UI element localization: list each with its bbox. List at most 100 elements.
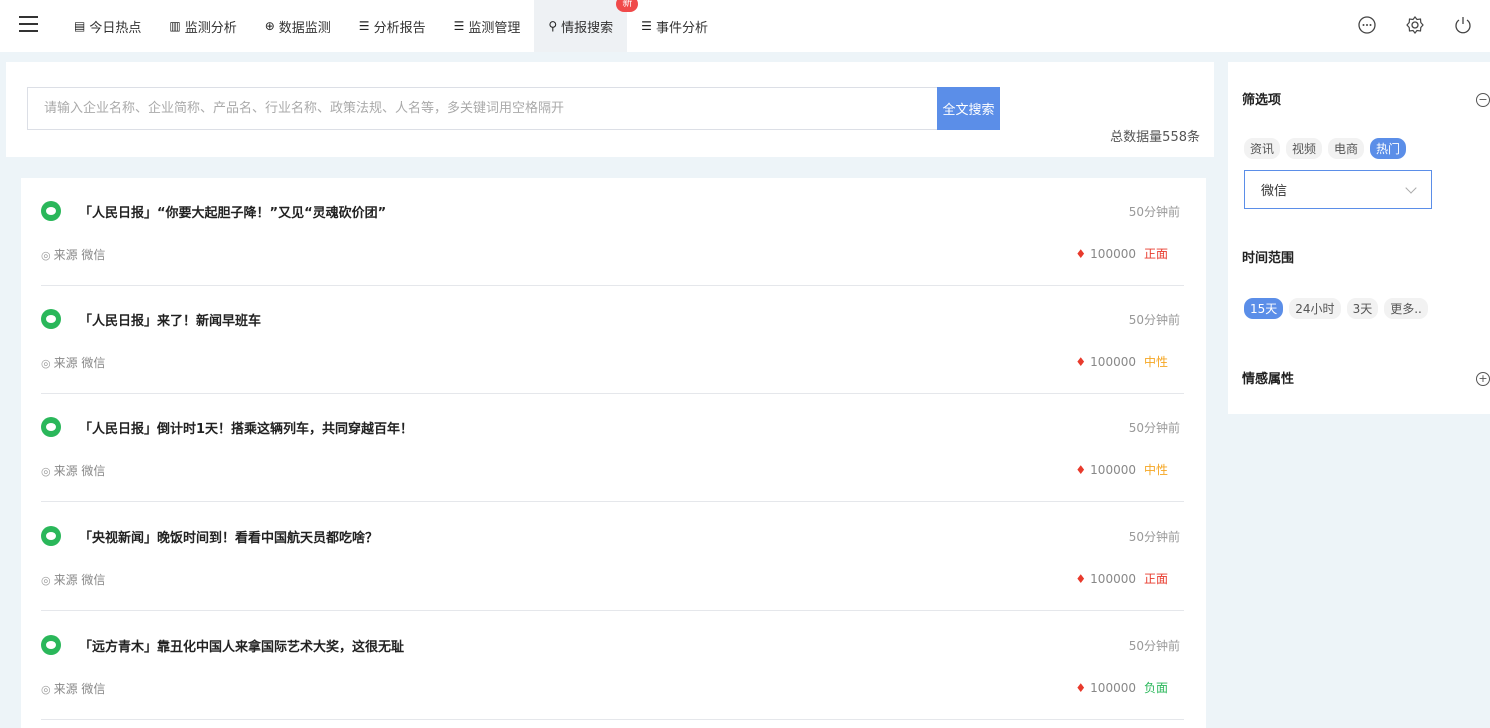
- nav-item-analysis-report[interactable]: ☰ 分析报告: [345, 0, 440, 52]
- list-item[interactable]: 「人民日报」倒计时1天！搭乘这辆列车，共同穿越百年！ 50分钟前 ◎ 来源 微信 …: [41, 394, 1184, 502]
- list-icon: ☰: [453, 19, 465, 33]
- chip-news[interactable]: 资讯: [1244, 138, 1281, 159]
- chevron-down-icon: [1405, 181, 1417, 194]
- globe-icon: ◎: [41, 249, 51, 262]
- time-chips: 15天 24小时 3天 更多..: [1244, 298, 1428, 319]
- wechat-icon: [41, 309, 61, 329]
- fire-icon: ♦: [1075, 572, 1087, 586]
- full-text-search-button[interactable]: 全文搜索: [937, 87, 1000, 130]
- type-chips: 资讯 视频 电商 热门: [1244, 138, 1407, 159]
- nav-label: 今日热点: [89, 20, 142, 36]
- source-select[interactable]: 微信: [1244, 170, 1432, 209]
- result-time: 50分钟前: [1128, 313, 1180, 327]
- nav-label: 数据监测: [278, 20, 331, 36]
- bar-chart-icon: ▥: [169, 19, 181, 33]
- list-item[interactable]: 「人民日报」“你要大起胆子降！”又见“灵魂砍价团” 50分钟前 ◎ 来源 微信 ♦…: [41, 178, 1184, 286]
- sentiment-label: 中性: [1143, 355, 1168, 369]
- globe-icon: ◎: [41, 683, 51, 696]
- list-item[interactable]: 「人民日报」来了！新闻早班车 50分钟前 ◎ 来源 微信 ♦ 100000 中性: [41, 286, 1184, 394]
- fire-icon: ♦: [1075, 247, 1087, 261]
- power-icon[interactable]: [1450, 12, 1476, 38]
- wechat-icon: [41, 635, 61, 655]
- result-title[interactable]: 「人民日报」“你要大起胆子降！”又见“灵魂砍价团”: [79, 202, 386, 221]
- result-title[interactable]: 「人民日报」来了！新闻早班车: [79, 310, 261, 329]
- result-meta: ♦ 100000 中性: [1075, 353, 1168, 370]
- globe-icon: ◎: [41, 574, 51, 587]
- expand-icon[interactable]: +: [1476, 372, 1490, 386]
- chip-video[interactable]: 视频: [1286, 138, 1323, 159]
- list-icon: ☰: [641, 19, 652, 33]
- source-select-value: 微信: [1261, 184, 1288, 199]
- sentiment-label: 正面: [1143, 572, 1168, 586]
- sentiment-label: 中性: [1143, 463, 1168, 477]
- chat-icon[interactable]: [1354, 12, 1380, 38]
- list-item[interactable]: 「远方青木」靠丑化中国人来拿国际艺术大奖，这很无耻 50分钟前 ◎ 来源 微信 ♦…: [41, 612, 1184, 720]
- fire-icon: ♦: [1075, 355, 1087, 369]
- wechat-icon: [41, 417, 61, 437]
- source-label: 来源 微信: [53, 356, 106, 370]
- wechat-icon: [41, 526, 61, 546]
- search-input[interactable]: [27, 87, 937, 130]
- filter-heading: 筛选项: [1242, 93, 1282, 108]
- nav-item-event-analysis[interactable]: ☰ 事件分析: [627, 0, 722, 52]
- result-time: 50分钟前: [1128, 639, 1180, 653]
- result-meta: ♦ 100000 中性: [1075, 461, 1168, 478]
- globe-icon: ◎: [41, 465, 51, 478]
- result-source: ◎ 来源 微信: [41, 246, 105, 263]
- result-time: 50分钟前: [1128, 421, 1180, 435]
- filter-panel: 筛选项 − 资讯 视频 电商 热门 微信 时间范围 15天 24小时 3天 更多…: [1228, 62, 1490, 414]
- source-label: 来源 微信: [53, 464, 106, 478]
- nav-item-monitor-analysis[interactable]: ▥ 监测分析: [155, 0, 250, 52]
- chip-15-days[interactable]: 15天: [1244, 298, 1284, 319]
- nav-item-monitor-manage[interactable]: ☰ 监测管理: [440, 0, 535, 52]
- results-list: 「人民日报」“你要大起胆子降！”又见“灵魂砍价团” 50分钟前 ◎ 来源 微信 ♦…: [21, 178, 1206, 728]
- nav-item-data-monitor[interactable]: ⊕ 数据监测: [251, 0, 345, 52]
- nav-label: 监测分析: [184, 20, 237, 36]
- result-source: ◎ 来源 微信: [41, 680, 105, 697]
- top-nav-bar: ▤ 今日热点 ▥ 监测分析 ⊕ 数据监测 ☰ 分析报告 ☰ 监测管理 ⚲ 情报搜索新 ☰ 事件…: [0, 0, 1490, 52]
- nav-label: 事件分析: [655, 20, 708, 36]
- list-icon: ☰: [358, 19, 370, 33]
- chip-more[interactable]: 更多..: [1384, 298, 1428, 319]
- chip-hot[interactable]: 热门: [1370, 138, 1407, 159]
- result-meta: ♦ 100000 正面: [1075, 245, 1168, 262]
- nav-label: 情报搜索: [561, 20, 614, 36]
- top-actions: [1354, 12, 1476, 38]
- target-icon: ⊕: [264, 19, 275, 33]
- chip-ecommerce[interactable]: 电商: [1328, 138, 1365, 159]
- chip-24-hours[interactable]: 24小时: [1289, 298, 1341, 319]
- sentiment-label: 负面: [1143, 681, 1168, 695]
- gear-icon[interactable]: [1402, 12, 1428, 38]
- total-count: 总数据量558条: [1110, 130, 1200, 145]
- nav-item-intel-search[interactable]: ⚲ 情报搜索新: [534, 0, 639, 52]
- source-label: 来源 微信: [53, 682, 106, 696]
- result-source: ◎ 来源 微信: [41, 354, 105, 371]
- result-title[interactable]: 「央视新闻」晚饭时间到！看看中国航天员都吃啥？: [79, 527, 378, 546]
- heat-value: 100000: [1090, 247, 1136, 261]
- result-title[interactable]: 「人民日报」倒计时1天！搭乘这辆列车，共同穿越百年！: [79, 418, 413, 437]
- result-source: ◎ 来源 微信: [41, 462, 105, 479]
- source-label: 来源 微信: [53, 248, 106, 262]
- nav-label: 监测管理: [468, 20, 521, 36]
- result-source: ◎ 来源 微信: [41, 571, 105, 588]
- result-time: 50分钟前: [1128, 530, 1180, 544]
- calendar-icon: ▤: [74, 19, 86, 33]
- heat-value: 100000: [1090, 463, 1136, 477]
- fire-icon: ♦: [1075, 463, 1087, 477]
- heat-value: 100000: [1090, 355, 1136, 369]
- collapse-icon[interactable]: −: [1476, 93, 1490, 107]
- globe-icon: ◎: [41, 357, 51, 370]
- result-meta: ♦ 100000 负面: [1075, 679, 1168, 696]
- menu-icon[interactable]: [19, 16, 38, 32]
- list-item[interactable]: 「央视新闻」晚饭时间到！看看中国航天员都吃啥？ 50分钟前 ◎ 来源 微信 ♦ 10…: [41, 503, 1184, 611]
- search-panel: 全文搜索 总数据量558条: [6, 62, 1214, 157]
- result-time: 50分钟前: [1128, 205, 1180, 219]
- fire-icon: ♦: [1075, 681, 1087, 695]
- sentiment-heading: 情感属性: [1242, 372, 1295, 387]
- nav-item-today-hot[interactable]: ▤ 今日热点: [60, 0, 155, 52]
- chip-3-days[interactable]: 3天: [1346, 298, 1379, 319]
- heat-value: 100000: [1090, 681, 1136, 695]
- source-label: 来源 微信: [53, 573, 106, 587]
- search-icon: ⚲: [548, 19, 558, 33]
- result-title[interactable]: 「远方青木」靠丑化中国人来拿国际艺术大奖，这很无耻: [79, 636, 404, 655]
